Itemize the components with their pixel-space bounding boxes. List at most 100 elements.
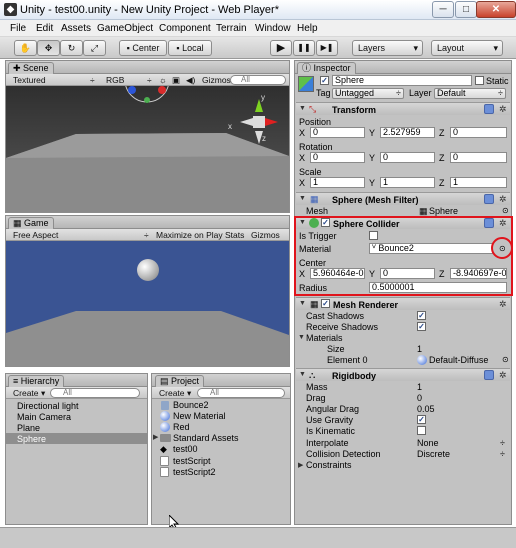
audio-toggle-icon[interactable]: ◀)	[186, 75, 195, 85]
aspect-dropdown[interactable]: Free Aspect	[13, 230, 58, 240]
tab-scene[interactable]: ✚ Scene	[8, 62, 54, 74]
tab-project[interactable]: ▤ Project	[155, 375, 205, 387]
maximize-button[interactable]: □	[455, 1, 477, 18]
project-search-input[interactable]: All	[197, 388, 285, 398]
project-item-red[interactable]: Red	[173, 422, 190, 432]
object-name-input[interactable]: Sphere	[332, 75, 472, 86]
menu-edit[interactable]: Edit	[36, 23, 53, 34]
gear-icon[interactable]: ✲	[499, 370, 507, 381]
gear-icon[interactable]: ✲	[499, 104, 507, 115]
angular-drag-value[interactable]: 0.05	[417, 404, 435, 414]
expand-arrow-icon[interactable]: ▶	[298, 461, 303, 469]
static-checkbox[interactable]	[475, 76, 484, 85]
minimize-button[interactable]: ─	[432, 1, 454, 18]
position-x-input[interactable]: 0	[310, 127, 365, 138]
scale-tool-button[interactable]: ⤢	[83, 40, 106, 56]
color-mode-dropdown[interactable]: RGB	[106, 75, 124, 85]
receive-shadows-checkbox[interactable]: ✓	[417, 322, 426, 331]
tab-game[interactable]: ▦ Game	[8, 217, 54, 229]
help-icon[interactable]	[484, 194, 494, 204]
menu-component[interactable]: Component	[159, 23, 211, 34]
size-value[interactable]: 1	[417, 344, 422, 354]
element0-value[interactable]: Default-Diffuse	[429, 355, 488, 365]
project-item-bounce2[interactable]: Bounce2	[173, 400, 209, 410]
project-create-dropdown[interactable]: Create	[159, 388, 185, 398]
mesh-value[interactable]: Sphere	[429, 206, 458, 216]
maximize-on-play-toggle[interactable]: Maximize on Play	[156, 230, 223, 240]
hierarchy-search-input[interactable]: All	[50, 388, 140, 398]
project-item-testscript2[interactable]: testScript2	[173, 467, 216, 477]
step-button[interactable]: ▶❚	[316, 40, 338, 56]
play-button[interactable]: ▶	[270, 40, 292, 56]
tag-dropdown[interactable]: Untagged ÷	[332, 88, 404, 99]
rotation-z-input[interactable]: 0	[450, 152, 507, 163]
image-toggle-icon[interactable]: ▣	[172, 75, 180, 85]
interpolate-dropdown[interactable]: None	[417, 438, 439, 448]
hierarchy-item-sphere[interactable]: Sphere	[17, 434, 46, 444]
tab-inspector[interactable]: ⓘ Inspector	[297, 62, 356, 74]
layout-dropdown[interactable]: Layout ▾	[431, 40, 503, 56]
cast-shadows-checkbox[interactable]: ✓	[417, 311, 426, 320]
scene-search-input[interactable]: All	[230, 75, 286, 85]
object-picker-icon[interactable]: ⊙	[502, 355, 509, 365]
renderer-enabled-checkbox[interactable]: ✓	[321, 299, 330, 308]
hierarchy-create-dropdown[interactable]: Create	[13, 388, 39, 398]
scale-x-input[interactable]: 1	[310, 177, 365, 188]
help-icon[interactable]	[484, 104, 494, 114]
rigidbody-header[interactable]: ▼ ⛬ Rigidbody ✲	[296, 368, 510, 381]
transform-header[interactable]: ▼ ⤡ Transform ✲	[296, 102, 510, 115]
object-picker-icon[interactable]: ⊙	[502, 206, 509, 216]
expand-arrow-icon[interactable]: ▶	[153, 433, 158, 441]
help-icon[interactable]	[484, 370, 494, 380]
is-kinematic-checkbox[interactable]	[417, 426, 426, 435]
gizmos-dropdown[interactable]: Gizmos	[202, 75, 231, 85]
active-checkbox[interactable]: ✓	[320, 76, 329, 85]
render-mode-dropdown[interactable]: Textured	[13, 75, 46, 85]
collapse-arrow-icon[interactable]: ▼	[298, 334, 305, 341]
close-button[interactable]: ✕	[476, 1, 516, 18]
mass-value[interactable]: 1	[417, 382, 422, 392]
move-tool-button[interactable]: ✥	[37, 40, 60, 56]
project-item-standard-assets[interactable]: Standard Assets	[173, 433, 239, 443]
rotate-tool-button[interactable]: ↻	[60, 40, 83, 56]
drag-value[interactable]: 0	[417, 393, 422, 403]
pause-button[interactable]: ❚❚	[293, 40, 315, 56]
menu-gameobject[interactable]: GameObject	[97, 23, 153, 34]
tab-hierarchy[interactable]: ≡ Hierarchy	[8, 375, 65, 387]
position-y-input[interactable]: 2.527959	[380, 127, 435, 138]
position-z-input[interactable]: 0	[450, 127, 507, 138]
menu-help[interactable]: Help	[297, 23, 318, 34]
layer-dropdown[interactable]: Default ÷	[434, 88, 506, 99]
menu-file[interactable]: File	[10, 23, 26, 34]
mesh-filter-header[interactable]: ▼ ▦ Sphere (Mesh Filter) ✲	[296, 192, 510, 205]
gear-icon[interactable]: ✲	[499, 299, 507, 310]
layers-dropdown[interactable]: Layers ▾	[352, 40, 423, 56]
menu-window[interactable]: Window	[255, 23, 291, 34]
pivot-center-button[interactable]: ▪ Center	[119, 40, 167, 56]
stats-toggle[interactable]: Stats	[225, 230, 244, 240]
menu-assets[interactable]: Assets	[61, 23, 91, 34]
scale-y-input[interactable]: 1	[380, 177, 435, 188]
project-item-test00[interactable]: test00	[173, 444, 198, 454]
project-item-new-material[interactable]: New Material	[173, 411, 226, 421]
scale-z-input[interactable]: 1	[450, 177, 507, 188]
hierarchy-item-directional-light[interactable]: Directional light	[17, 401, 79, 411]
rotation-y-input[interactable]: 0	[380, 152, 435, 163]
game-viewport[interactable]	[6, 241, 289, 366]
hierarchy-item-plane[interactable]: Plane	[17, 423, 40, 433]
hierarchy-item-main-camera[interactable]: Main Camera	[17, 412, 71, 422]
hierarchy-tab-icon: ≡	[13, 376, 21, 386]
game-gizmos-dropdown[interactable]: Gizmos	[251, 230, 280, 240]
scene-viewport[interactable]: x z y	[6, 86, 289, 212]
menu-terrain[interactable]: Terrain	[216, 23, 247, 34]
hierarchy-panel: ≡ Hierarchy Create ▾ All Directional lig…	[5, 373, 148, 525]
lighting-toggle-icon[interactable]: ☼	[159, 75, 167, 85]
rotation-x-input[interactable]: 0	[310, 152, 365, 163]
project-item-testscript[interactable]: testScript	[173, 456, 211, 466]
mesh-renderer-header[interactable]: ▼ ▦ ✓ Mesh Renderer ✲	[296, 297, 510, 310]
hand-tool-button[interactable]: ✋	[14, 40, 37, 56]
pivot-local-button[interactable]: ▪ Local	[168, 40, 212, 56]
use-gravity-checkbox[interactable]: ✓	[417, 415, 426, 424]
gear-icon[interactable]: ✲	[499, 194, 507, 205]
collision-detection-dropdown[interactable]: Discrete	[417, 449, 450, 459]
